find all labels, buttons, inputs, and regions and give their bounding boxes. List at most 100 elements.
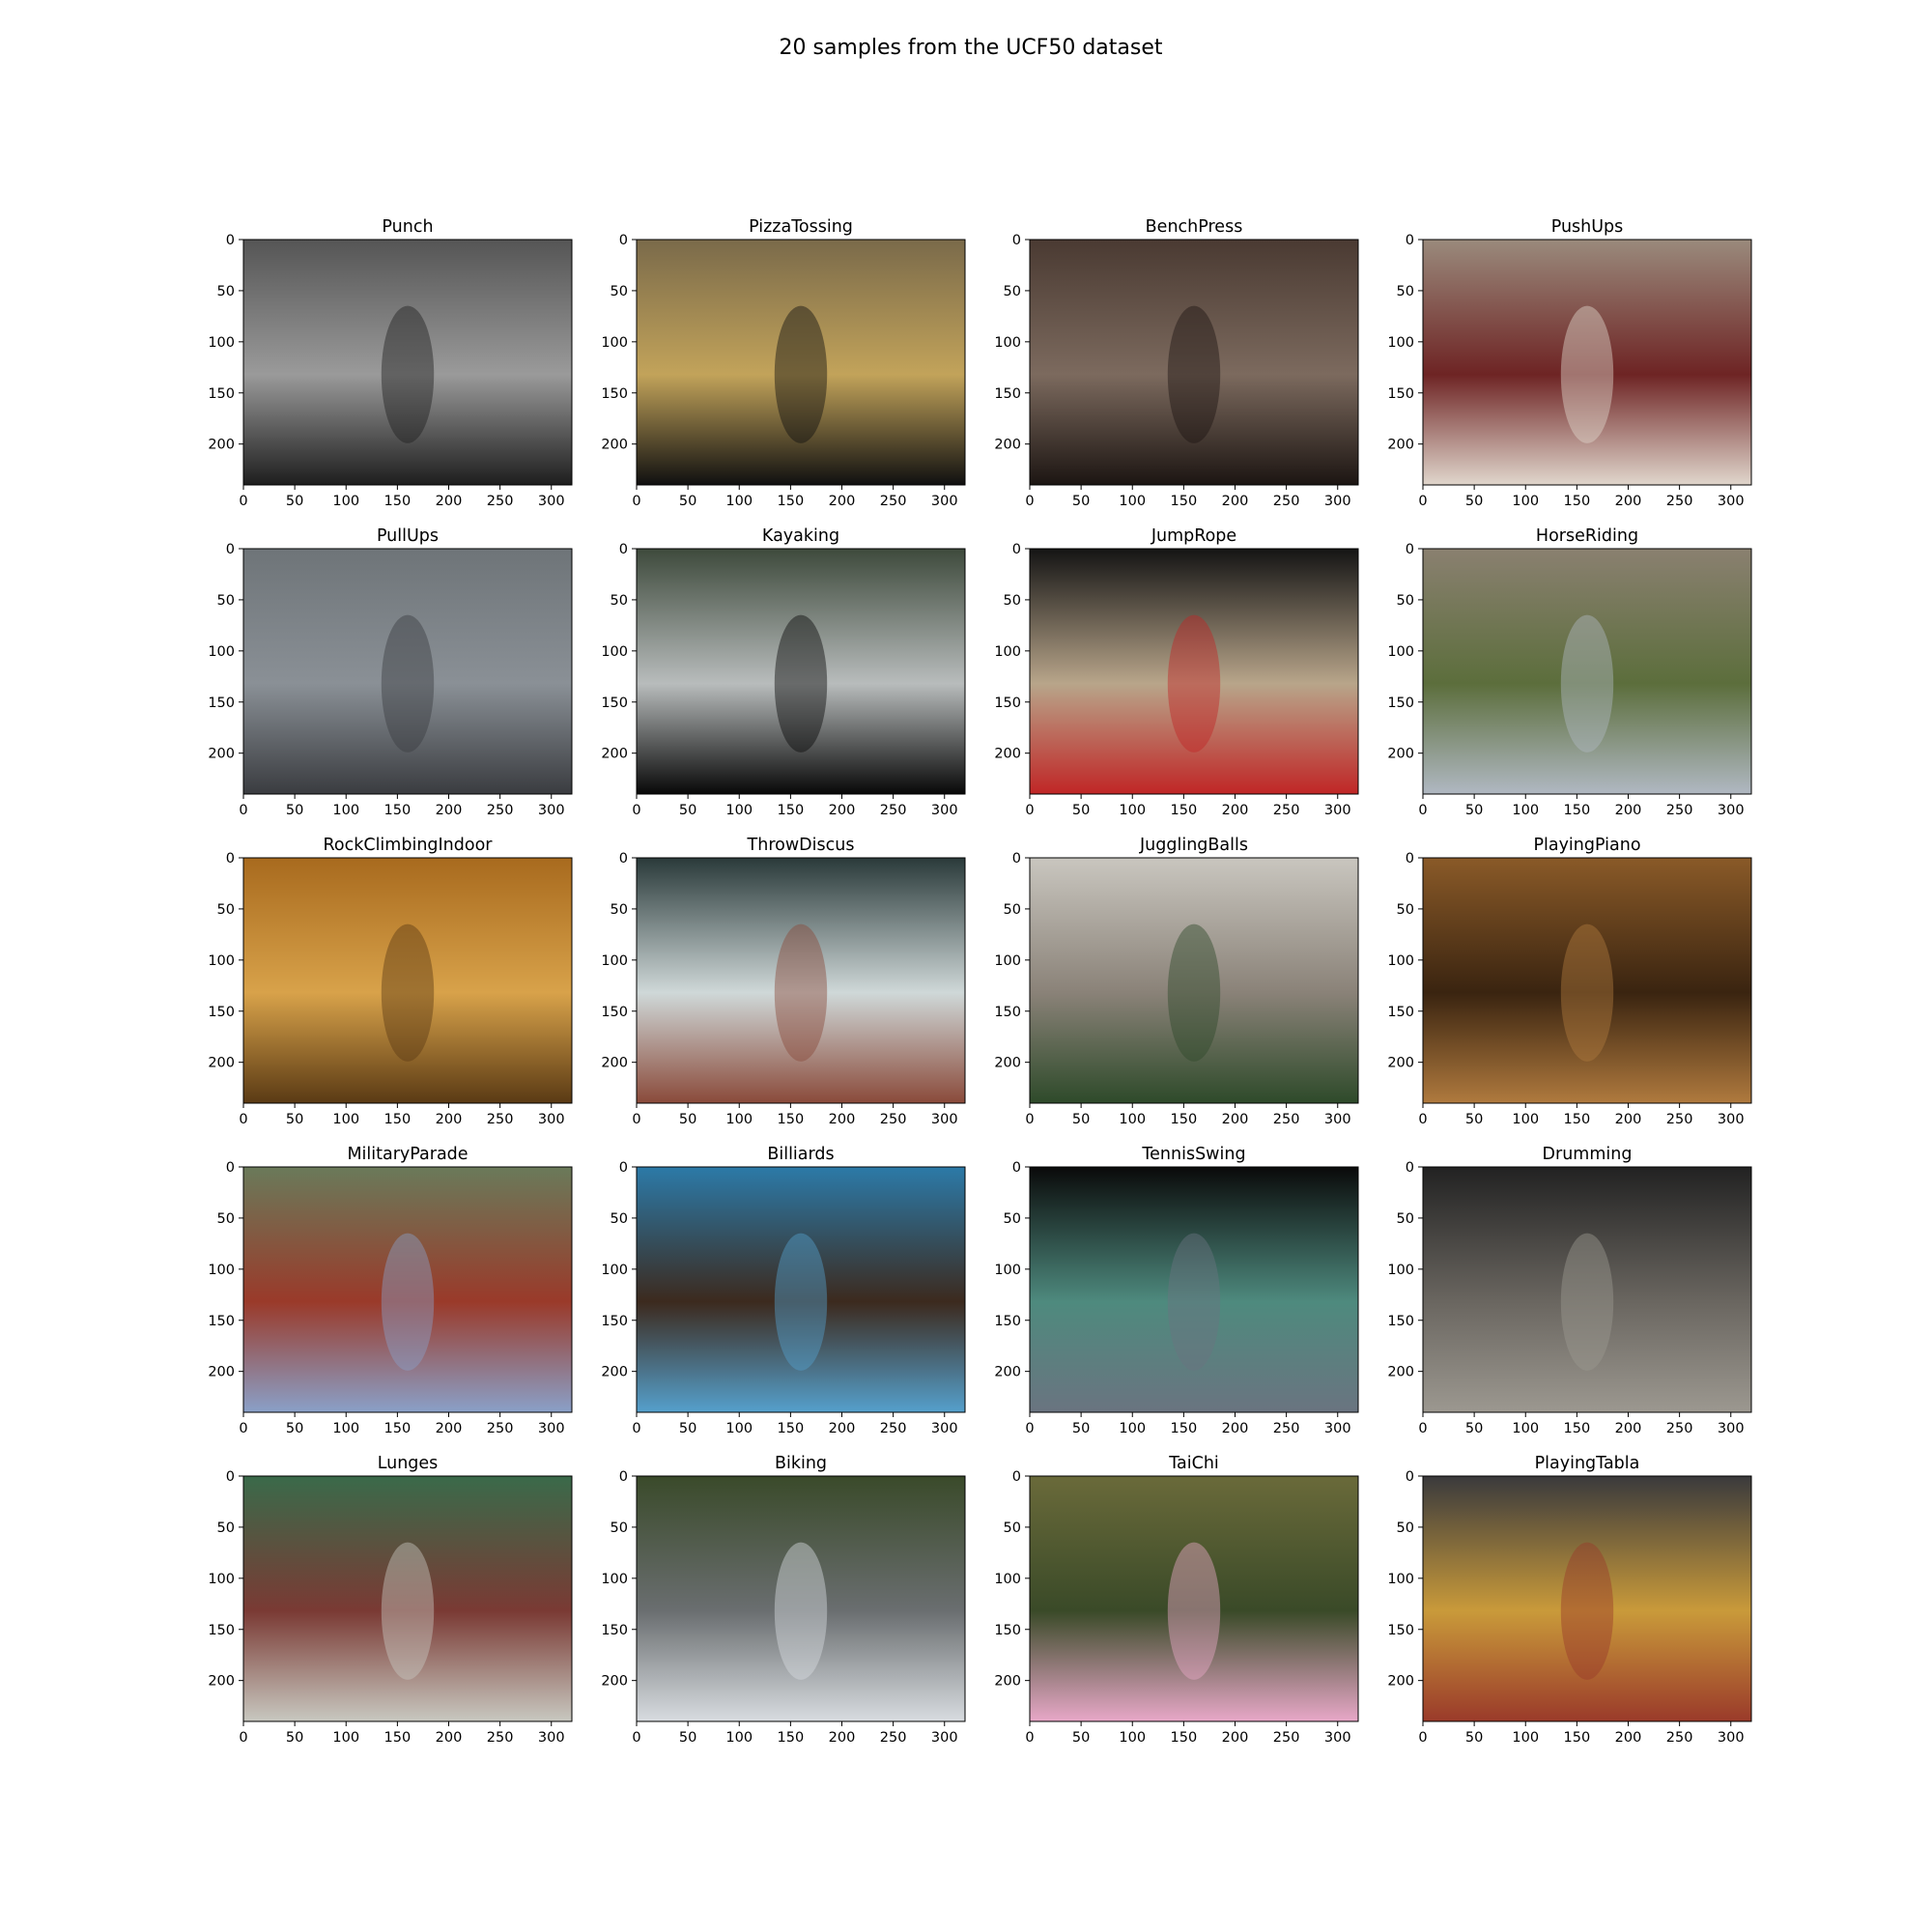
subject-silhouette [1560, 1542, 1614, 1680]
x-tick-label: 300 [931, 1421, 958, 1436]
x-tick-label: 300 [1718, 494, 1745, 509]
y-tick-label: 200 [208, 1056, 235, 1071]
x-tick-label: 0 [632, 803, 640, 818]
x-tick-label: 100 [332, 1112, 359, 1127]
x-tick-label: 250 [1666, 803, 1693, 818]
x-tick-label: 50 [1072, 1730, 1090, 1746]
x-tick-label: 250 [487, 494, 514, 509]
y-tick-label: 0 [619, 1469, 628, 1485]
x-tick-label: 250 [1666, 1730, 1693, 1746]
panel-title: Punch [382, 217, 433, 237]
y-tick-label: 150 [994, 1623, 1021, 1638]
y-tick-label: 0 [1012, 851, 1021, 867]
panel-military-parade: MilitaryParadeMilitaryParade0 50 100 150 200… [208, 1145, 573, 1436]
panel-title: Biking [775, 1454, 827, 1473]
y-tick-label: 100 [601, 953, 628, 969]
x-tick-label: 250 [487, 1112, 514, 1127]
panel-juggling-balls: JugglingBallsJugglingBalls0 50 100 150 200 25… [994, 836, 1359, 1127]
x-tick-label: 100 [1512, 1730, 1539, 1746]
y-tick-label: 0 [1406, 851, 1414, 867]
x-tick-label: 150 [1564, 1421, 1591, 1436]
x-tick-label: 200 [436, 1112, 463, 1127]
subject-silhouette [1560, 923, 1614, 1062]
panel-billiards: BilliardsBilliards0 50 100 150 200 250 3000501… [601, 1145, 966, 1436]
x-tick-label: 50 [1072, 494, 1090, 509]
y-tick-label: 50 [611, 284, 628, 299]
subject-silhouette [381, 1233, 435, 1371]
x-tick-label: 100 [725, 494, 753, 509]
panel-tennis-swing: TennisSwingTennisSwing0 50 100 150 200 250 300… [994, 1145, 1359, 1436]
x-tick-label: 50 [1465, 1112, 1483, 1127]
panel-title: RockClimbingIndoor [324, 836, 494, 855]
y-tick-label: 200 [1387, 438, 1414, 453]
x-tick-label: 50 [286, 803, 303, 818]
x-tick-label: 100 [725, 1112, 753, 1127]
x-tick-label: 300 [1718, 803, 1745, 818]
y-tick-label: 150 [601, 696, 628, 711]
panel-rock-climbing-indoor: RockClimbingIndoorRockClimbingIndoor0 50 1… [208, 836, 573, 1127]
x-tick-label: 0 [239, 1730, 247, 1746]
y-tick-label: 50 [611, 1211, 628, 1227]
x-tick-label: 50 [1072, 1112, 1090, 1127]
x-tick-label: 0 [1418, 1112, 1427, 1127]
x-tick-label: 200 [436, 1730, 463, 1746]
x-tick-label: 200 [1222, 494, 1249, 509]
x-tick-label: 250 [1273, 1421, 1300, 1436]
y-tick-label: 150 [601, 386, 628, 402]
x-tick-label: 200 [1222, 1730, 1249, 1746]
y-tick-label: 0 [1406, 542, 1414, 557]
y-tick-label: 150 [601, 1623, 628, 1638]
x-tick-label: 300 [538, 1421, 565, 1436]
x-tick-label: 200 [436, 803, 463, 818]
y-tick-label: 100 [601, 1263, 628, 1278]
x-tick-label: 200 [1615, 1421, 1642, 1436]
y-tick-label: 0 [619, 851, 628, 867]
panel-title: PlayingTabla [1535, 1454, 1640, 1473]
y-tick-label: 0 [1406, 233, 1414, 248]
panel-bench-press: BenchPressBenchPress0 50 100 150 200 250 30005… [994, 217, 1359, 509]
x-tick-label: 300 [1324, 1421, 1351, 1436]
x-tick-label: 100 [1119, 1421, 1146, 1436]
y-tick-label: 150 [1387, 1623, 1414, 1638]
x-tick-label: 150 [778, 494, 805, 509]
x-tick-label: 0 [1418, 494, 1427, 509]
panel-playing-piano: PlayingPianoPlayingPiano0 50 100 150 200 250 3… [1387, 836, 1752, 1127]
panel-lunges: LungesLunges0 50 100 150 200 250 3000501001502… [208, 1454, 573, 1746]
x-tick-label: 150 [384, 1421, 412, 1436]
y-tick-label: 200 [601, 1056, 628, 1071]
x-tick-label: 50 [679, 1112, 696, 1127]
x-tick-label: 0 [239, 803, 247, 818]
subject-silhouette [381, 1542, 435, 1680]
y-tick-label: 50 [1004, 1211, 1021, 1227]
y-tick-label: 200 [1387, 1674, 1414, 1690]
x-tick-label: 300 [538, 1730, 565, 1746]
panel-throw-discus: ThrowDiscusThrowDiscus0 50 100 150 200 250 300… [601, 836, 966, 1127]
x-tick-label: 50 [679, 803, 696, 818]
x-tick-label: 100 [725, 1730, 753, 1746]
subject-silhouette [1167, 1542, 1221, 1680]
x-tick-label: 150 [1564, 1730, 1591, 1746]
x-tick-label: 50 [1072, 1421, 1090, 1436]
x-tick-label: 200 [436, 494, 463, 509]
x-tick-label: 100 [1119, 494, 1146, 509]
x-tick-label: 300 [931, 803, 958, 818]
y-tick-label: 150 [994, 386, 1021, 402]
y-tick-label: 150 [1387, 1005, 1414, 1020]
x-tick-label: 150 [1171, 803, 1198, 818]
panel-title: Kayaking [762, 526, 839, 546]
x-tick-label: 150 [778, 1112, 805, 1127]
subject-silhouette [1560, 1233, 1614, 1371]
x-tick-label: 0 [239, 494, 247, 509]
x-tick-label: 100 [1119, 1112, 1146, 1127]
panel-horse-riding: HorseRidingHorseRiding0 50 100 150 200 250 300… [1387, 526, 1752, 818]
x-tick-label: 300 [1324, 1112, 1351, 1127]
y-tick-label: 100 [208, 1572, 235, 1587]
x-tick-label: 200 [1615, 1730, 1642, 1746]
y-tick-label: 50 [1397, 284, 1414, 299]
y-tick-label: 100 [994, 1572, 1021, 1587]
y-tick-label: 100 [1387, 1263, 1414, 1278]
x-tick-label: 0 [1418, 803, 1427, 818]
panel-title: TennisSwing [1141, 1145, 1245, 1164]
panel-title: PizzaTossing [749, 217, 853, 237]
x-tick-label: 100 [1512, 803, 1539, 818]
